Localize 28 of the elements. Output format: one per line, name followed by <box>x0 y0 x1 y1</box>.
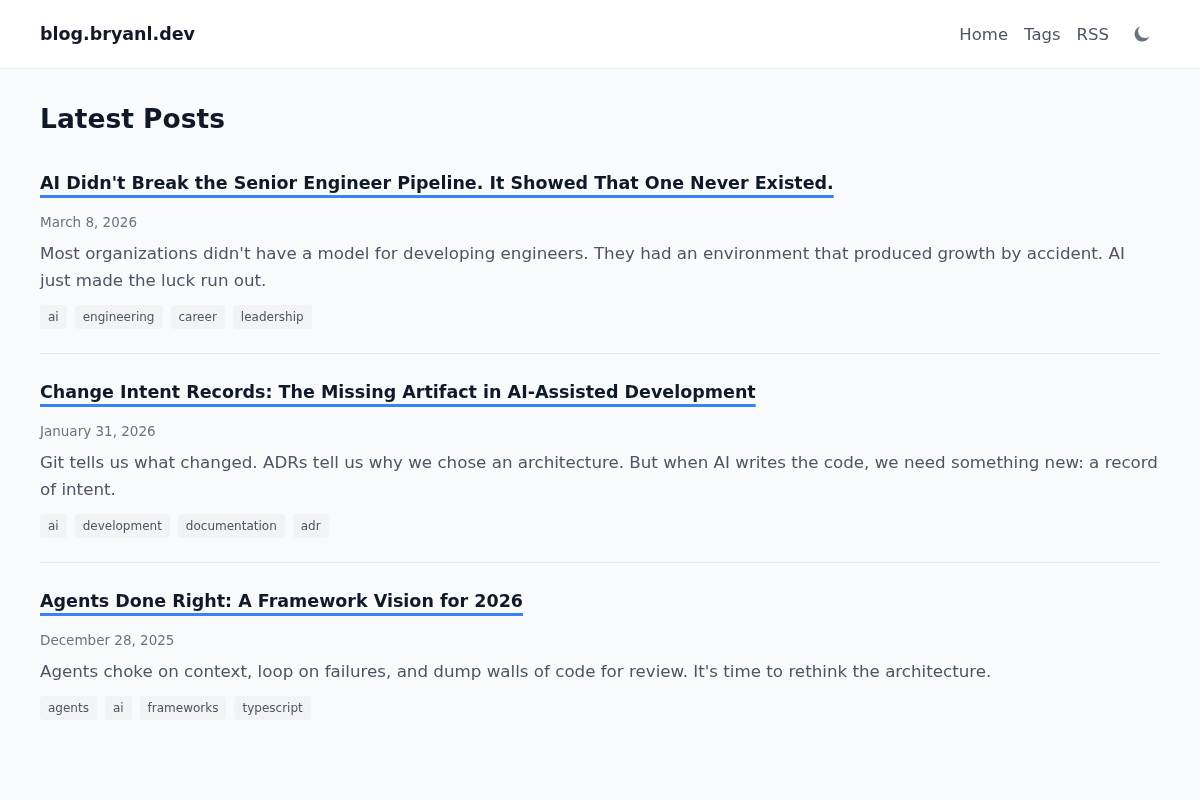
tag-link[interactable]: typescript <box>234 696 311 720</box>
post-excerpt: Most organizations didn't have a model for developing engineers. They had an environment that produced growth by accident. AI just made the luck run out. <box>40 242 1126 292</box>
site-title-link[interactable]: blog.bryanl.dev <box>40 24 195 44</box>
post-title-link[interactable]: Agents Done Right: A Framework Vision for 2026 <box>40 591 523 611</box>
post-title-link[interactable]: Change Intent Records: The Missing Artifact in AI-Assisted Development <box>40 382 756 402</box>
post-excerpt: Git tells us what changed. ADRs tell us why we chose an architecture. But when AI writes the code, we need something new: a record of intent. <box>40 451 1159 501</box>
post-title-link[interactable]: AI Didn't Break the Senior Engineer Pipeline. It Showed That One Never Existed. <box>40 173 834 193</box>
post-date: December 28, 2025 <box>40 631 176 650</box>
moon-icon <box>1134 26 1150 42</box>
tag-link[interactable]: ai <box>40 305 67 329</box>
nav-link[interactable]: RSS <box>1076 24 1109 44</box>
post-excerpt: Agents choke on context, loop on failures, and dump walls of code for review. It's time to rethink the architecture. <box>40 660 993 683</box>
tag-link[interactable]: engineering <box>74 305 163 329</box>
post-date: January 31, 2026 <box>40 422 157 441</box>
tag-link[interactable]: development <box>74 514 170 538</box>
theme-toggle-button[interactable] <box>1134 26 1150 42</box>
tag-link[interactable]: ai <box>40 514 67 538</box>
nav-link[interactable]: Home <box>959 24 1009 44</box>
tag-link[interactable]: leadership <box>232 305 312 329</box>
tag-link[interactable]: documentation <box>177 514 285 538</box>
tag-link[interactable]: agents <box>40 696 97 720</box>
tag-link[interactable]: ai <box>104 696 132 720</box>
nav-link[interactable]: Tags <box>1024 24 1061 44</box>
page-heading: Latest Posts <box>40 102 226 136</box>
post-date: March 8, 2026 <box>40 213 138 232</box>
tag-link[interactable]: frameworks <box>139 696 227 720</box>
tag-link[interactable]: adr <box>292 514 329 538</box>
tag-link[interactable]: career <box>170 305 225 329</box>
